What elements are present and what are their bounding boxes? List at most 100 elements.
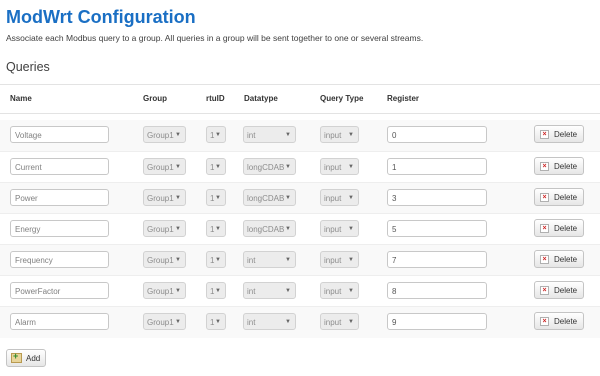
add-button[interactable]: Add xyxy=(6,349,46,367)
rtuid-select[interactable]: 1 ▼ xyxy=(206,282,226,299)
group-select[interactable]: Group1 ▼ xyxy=(143,251,186,268)
delete-icon: × xyxy=(540,224,549,233)
query-type-value: input xyxy=(324,194,342,203)
delete-icon: × xyxy=(540,286,549,295)
delete-button-label: Delete xyxy=(554,317,578,326)
table-row: Energy Group1 ▼ 1 ▼ longCDAB ▼ input ▼ 5 × Delete xyxy=(0,213,600,245)
query-type-value: input xyxy=(324,256,342,265)
delete-button[interactable]: × Delete xyxy=(534,312,584,330)
chevron-down-icon: ▼ xyxy=(175,288,181,294)
query-type-select[interactable]: input ▼ xyxy=(320,251,359,268)
rtuid-select[interactable]: 1 ▼ xyxy=(206,251,226,268)
chevron-down-icon: ▼ xyxy=(348,195,354,201)
group-select[interactable]: Group1 ▼ xyxy=(143,158,186,175)
header-register: Register xyxy=(387,94,420,103)
chevron-down-icon: ▼ xyxy=(348,257,354,263)
header-name: Name xyxy=(10,94,32,103)
datatype-value: int xyxy=(247,287,256,296)
name-input[interactable]: Frequency xyxy=(10,251,109,268)
chevron-down-icon: ▼ xyxy=(175,319,181,325)
delete-button-label: Delete xyxy=(554,224,578,233)
query-type-select[interactable]: input ▼ xyxy=(320,282,359,299)
name-input[interactable]: Current xyxy=(10,158,109,175)
delete-icon: × xyxy=(540,162,549,171)
chevron-down-icon: ▼ xyxy=(215,226,221,232)
datatype-value: longCDAB xyxy=(247,225,285,234)
datatype-select[interactable]: int ▼ xyxy=(243,126,296,143)
chevron-down-icon: ▼ xyxy=(348,319,354,325)
chevron-down-icon: ▼ xyxy=(215,164,221,170)
delete-button[interactable]: × Delete xyxy=(534,281,584,299)
header-datatype: Datatype xyxy=(244,94,278,103)
chevron-down-icon: ▼ xyxy=(175,132,181,138)
datatype-select[interactable]: longCDAB ▼ xyxy=(243,158,296,175)
delete-button-label: Delete xyxy=(554,162,578,171)
chevron-down-icon: ▼ xyxy=(348,132,354,138)
delete-button[interactable]: × Delete xyxy=(534,188,584,206)
delete-button[interactable]: × Delete xyxy=(534,157,584,175)
register-input[interactable]: 1 xyxy=(387,158,487,175)
group-select[interactable]: Group1 ▼ xyxy=(143,126,186,143)
chevron-down-icon: ▼ xyxy=(215,132,221,138)
table-row: Frequency Group1 ▼ 1 ▼ int ▼ input ▼ 7 × Delete xyxy=(0,244,600,276)
query-type-select[interactable]: input ▼ xyxy=(320,126,359,143)
rtuid-select[interactable]: 1 ▼ xyxy=(206,220,226,237)
header-query-type: Query Type xyxy=(320,94,364,103)
datatype-select[interactable]: longCDAB ▼ xyxy=(243,189,296,206)
rtuid-select[interactable]: 1 ▼ xyxy=(206,313,226,330)
chevron-down-icon: ▼ xyxy=(285,226,291,232)
delete-icon: × xyxy=(540,130,549,139)
table-row: Power Group1 ▼ 1 ▼ longCDAB ▼ input ▼ 3 × Delete xyxy=(0,182,600,214)
page-title: ModWrt Configuration xyxy=(6,7,196,27)
header-rtuid: rtuID xyxy=(206,94,225,103)
query-type-select[interactable]: input ▼ xyxy=(320,220,359,237)
table-row: Alarm Group1 ▼ 1 ▼ int ▼ input ▼ 9 × Delete xyxy=(0,306,600,338)
delete-button[interactable]: × Delete xyxy=(534,219,584,237)
chevron-down-icon: ▼ xyxy=(215,319,221,325)
datatype-select[interactable]: int ▼ xyxy=(243,251,296,268)
delete-icon: × xyxy=(540,193,549,202)
chevron-down-icon: ▼ xyxy=(285,257,291,263)
name-input[interactable]: PowerFactor xyxy=(10,282,109,299)
name-input[interactable]: Voltage xyxy=(10,126,109,143)
query-type-value: input xyxy=(324,225,342,234)
register-input[interactable]: 3 xyxy=(387,189,487,206)
register-input[interactable]: 7 xyxy=(387,251,487,268)
group-select[interactable]: Group1 ▼ xyxy=(143,220,186,237)
rtuid-select[interactable]: 1 ▼ xyxy=(206,189,226,206)
group-value: Group1 xyxy=(147,163,174,172)
query-type-value: input xyxy=(324,318,342,327)
name-input[interactable]: Energy xyxy=(10,220,109,237)
query-type-select[interactable]: input ▼ xyxy=(320,158,359,175)
delete-button-label: Delete xyxy=(554,193,578,202)
chevron-down-icon: ▼ xyxy=(285,319,291,325)
name-input[interactable]: Power xyxy=(10,189,109,206)
rtuid-select[interactable]: 1 ▼ xyxy=(206,126,226,143)
query-type-select[interactable]: input ▼ xyxy=(320,189,359,206)
delete-button[interactable]: × Delete xyxy=(534,125,584,143)
register-input[interactable]: 5 xyxy=(387,220,487,237)
delete-button-label: Delete xyxy=(554,255,578,264)
chevron-down-icon: ▼ xyxy=(175,164,181,170)
group-select[interactable]: Group1 ▼ xyxy=(143,282,186,299)
register-input[interactable]: 0 xyxy=(387,126,487,143)
name-input[interactable]: Alarm xyxy=(10,313,109,330)
register-input[interactable]: 9 xyxy=(387,313,487,330)
group-value: Group1 xyxy=(147,194,174,203)
add-icon xyxy=(11,351,22,363)
group-value: Group1 xyxy=(147,225,174,234)
datatype-select[interactable]: int ▼ xyxy=(243,282,296,299)
group-select[interactable]: Group1 ▼ xyxy=(143,189,186,206)
register-input[interactable]: 8 xyxy=(387,282,487,299)
chevron-down-icon: ▼ xyxy=(348,164,354,170)
query-type-select[interactable]: input ▼ xyxy=(320,313,359,330)
rtuid-value: 1 xyxy=(210,256,215,265)
rtuid-select[interactable]: 1 ▼ xyxy=(206,158,226,175)
delete-button[interactable]: × Delete xyxy=(534,250,584,268)
datatype-value: int xyxy=(247,256,256,265)
datatype-select[interactable]: int ▼ xyxy=(243,313,296,330)
datatype-select[interactable]: longCDAB ▼ xyxy=(243,220,296,237)
group-select[interactable]: Group1 ▼ xyxy=(143,313,186,330)
delete-icon: × xyxy=(540,255,549,264)
rtuid-value: 1 xyxy=(210,225,215,234)
